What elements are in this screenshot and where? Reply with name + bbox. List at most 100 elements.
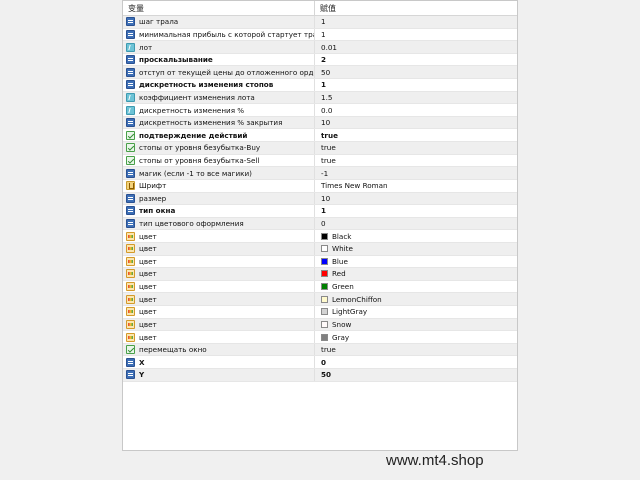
row-name: цвет — [139, 269, 157, 279]
integer-icon — [126, 80, 135, 90]
table-row[interactable]: стопы от уровня безубытка-Sell true — [123, 154, 517, 168]
table-row[interactable]: Шрифт Times New Roman — [123, 179, 517, 193]
row-value-cell[interactable]: true — [315, 155, 336, 167]
header-variable[interactable]: 变量 — [123, 1, 315, 15]
row-name: размер — [139, 193, 167, 203]
integer-icon — [126, 370, 135, 380]
watermark: www.mt4.shop — [386, 452, 484, 469]
row-value: 1 — [321, 80, 327, 90]
row-value-cell[interactable]: 50 — [315, 66, 330, 78]
row-value-cell[interactable]: 0 — [315, 218, 326, 230]
row-value-cell[interactable]: 1 — [315, 205, 326, 217]
table-row[interactable]: коэффициент изменения лота 1.5 — [123, 91, 517, 105]
color-icon — [126, 319, 135, 329]
row-value-cell[interactable]: LemonChiffon — [315, 293, 382, 305]
table-row[interactable]: цвет LemonChiffon — [123, 293, 517, 307]
row-name-cell: проскальзывание — [123, 53, 315, 66]
row-value-cell[interactable]: Red — [315, 268, 346, 280]
table-row[interactable]: подтверждение действий true — [123, 129, 517, 143]
row-value-cell[interactable]: 0 — [315, 356, 326, 368]
table-row[interactable]: магик (если -1 то все магики) -1 — [123, 167, 517, 180]
color-swatch — [321, 295, 328, 303]
row-value-cell[interactable]: Black — [315, 230, 351, 242]
row-value: true — [321, 345, 336, 355]
row-name-cell: минимальная прибыль с которой стартует т… — [123, 28, 315, 41]
table-row[interactable]: отступ от текущей цены до отложенного ор… — [123, 66, 517, 80]
row-value-cell[interactable]: 10 — [315, 193, 330, 205]
row-value: White — [332, 244, 353, 254]
table-row[interactable]: проскальзывание 2 — [123, 53, 517, 67]
table-row[interactable]: перемещать окно true — [123, 343, 517, 357]
row-value-cell[interactable]: true — [315, 344, 336, 356]
row-value-cell[interactable]: 50 — [315, 369, 331, 381]
table-row[interactable]: X0 — [123, 356, 517, 370]
table-row[interactable]: цвет White — [123, 242, 517, 256]
row-value-cell[interactable]: 2 — [315, 54, 326, 66]
table-row[interactable]: шаг трала 1 — [123, 16, 517, 29]
row-name-cell: цвет — [123, 306, 315, 318]
boolean-icon — [126, 345, 135, 355]
row-name: Шрифт — [139, 181, 167, 191]
row-value-cell[interactable]: true — [315, 129, 338, 141]
row-name-cell: дискретность изменения % — [123, 104, 315, 116]
row-value-cell[interactable]: 10 — [315, 117, 330, 129]
table-row[interactable]: минимальная прибыль с которой стартует т… — [123, 28, 517, 42]
color-swatch — [321, 245, 328, 253]
row-value-cell[interactable]: true — [315, 142, 336, 154]
row-name-cell: лот — [123, 41, 315, 53]
row-name-cell: цвет — [123, 331, 315, 343]
table-row[interactable]: тип окна 1 — [123, 205, 517, 218]
row-value-cell[interactable]: 1.5 — [315, 92, 332, 104]
table-row[interactable]: тип цветового оформления 0 — [123, 217, 517, 231]
header-value[interactable]: 赋值 — [315, 1, 336, 15]
table-row[interactable]: дискретность изменения % закрытия 10 — [123, 116, 517, 130]
table-row[interactable]: дискретность изменения % 0.0 — [123, 104, 517, 117]
row-value-cell[interactable]: 1 — [315, 16, 326, 28]
table-row[interactable]: стопы от уровня безубытка-Buy true — [123, 142, 517, 155]
row-value: LemonChiffon — [332, 294, 382, 304]
table-row[interactable]: цвет Red — [123, 268, 517, 281]
row-name: магик (если -1 то все магики) — [139, 168, 252, 178]
table-row[interactable]: цвет Gray — [123, 331, 517, 344]
table-row[interactable]: лот 0.01 — [123, 41, 517, 54]
integer-icon — [126, 206, 135, 216]
boolean-icon — [126, 143, 135, 153]
row-name-cell: цвет — [123, 242, 315, 255]
row-value-cell[interactable]: 1 — [315, 29, 326, 41]
color-swatch — [321, 232, 328, 240]
color-swatch — [321, 283, 328, 291]
table-row[interactable]: цвет Green — [123, 280, 517, 294]
table-row[interactable]: цвет Snow — [123, 318, 517, 332]
row-value-cell[interactable]: White — [315, 243, 353, 255]
row-value-cell[interactable]: -1 — [315, 167, 328, 179]
row-value: -1 — [321, 168, 329, 178]
row-value-cell[interactable]: Green — [315, 281, 354, 293]
table-row[interactable]: размер 10 — [123, 192, 517, 206]
row-value-cell[interactable]: LightGray — [315, 306, 367, 318]
double-icon — [126, 92, 135, 102]
table-row[interactable]: дискретность изменения стопов 1 — [123, 79, 517, 92]
row-value-cell[interactable]: Blue — [315, 256, 348, 268]
table-row[interactable]: Y 50 — [123, 369, 517, 382]
row-value: 0.01 — [321, 42, 338, 52]
row-value: 10 — [321, 193, 331, 203]
table-row[interactable]: цвет LightGray — [123, 306, 517, 319]
row-name-cell: цвет — [123, 255, 315, 268]
row-value-cell[interactable]: Snow — [315, 319, 351, 331]
row-value-cell[interactable]: 0.0 — [315, 104, 332, 116]
row-name: цвет — [139, 332, 157, 342]
row-value-cell[interactable]: 0.01 — [315, 41, 337, 53]
row-value-cell[interactable]: Gray — [315, 331, 349, 343]
table-row[interactable]: цвет Black — [123, 230, 517, 243]
table-row[interactable]: цвет Blue — [123, 255, 517, 269]
row-name: подтверждение действий — [139, 130, 248, 140]
integer-icon — [126, 67, 135, 77]
table-body: шаг трала 1 минимальная прибыль с которой … — [123, 16, 517, 382]
row-name: проскальзывание — [139, 55, 213, 65]
integer-icon — [126, 193, 135, 203]
color-icon — [126, 294, 135, 304]
row-value-cell[interactable]: 1 — [315, 79, 326, 91]
row-value: LightGray — [332, 307, 368, 317]
integer-icon — [126, 29, 135, 39]
row-value-cell[interactable]: Times New Roman — [315, 180, 388, 192]
